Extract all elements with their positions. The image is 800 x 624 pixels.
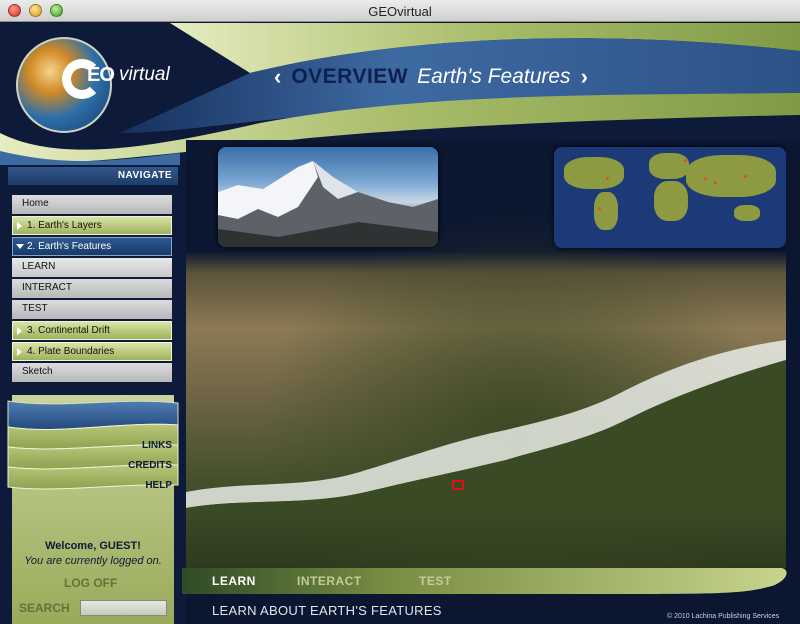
welcome-message: Welcome, GUEST! <box>45 540 141 552</box>
nav-subitem-learn[interactable]: LEARN <box>12 258 172 277</box>
section-label: OVERVIEW <box>291 65 409 88</box>
logo-virtual: virtual <box>119 64 170 85</box>
page-subtitle: Earth's Features <box>417 65 571 88</box>
lesson-tab-bar: LEARN INTERACT TEST <box>182 568 790 594</box>
himalaya-snow-ridge <box>186 340 786 520</box>
nav-item-earths-layers[interactable]: 1. Earth's Layers <box>12 216 172 235</box>
copyright-notice: © 2010 Lachina Publishing Services <box>667 613 780 620</box>
nav-item-label: 1. Earth's Layers <box>27 220 102 231</box>
nav-item-label: 3. Continental Drift <box>27 325 110 336</box>
collapse-arrow-icon <box>16 244 24 249</box>
world-map-inset[interactable] <box>554 147 786 248</box>
logo-eo: EO <box>87 64 115 86</box>
nav-item-home[interactable]: Home <box>12 195 172 214</box>
nav-subitem-test[interactable]: TEST <box>12 300 172 319</box>
expand-arrow-icon <box>17 222 22 230</box>
expand-arrow-icon <box>17 348 22 356</box>
next-section-chevron-icon[interactable]: › <box>581 64 588 90</box>
tab-bar-swoosh <box>182 568 787 594</box>
title-bar: GEOvirtual <box>0 0 800 22</box>
login-status: You are currently logged on. <box>24 555 162 567</box>
nav-item-label: LEARN <box>22 261 56 272</box>
credits-button[interactable]: CREDITS <box>128 460 172 471</box>
expand-arrow-icon <box>17 327 22 335</box>
nav-item-label: Sketch <box>22 366 53 377</box>
nav-item-label: INTERACT <box>22 282 72 293</box>
tab-test[interactable]: TEST <box>419 574 452 588</box>
nav-subitem-interact[interactable]: INTERACT <box>12 279 172 298</box>
nav-item-plate-boundaries[interactable]: 4. Plate Boundaries <box>12 342 172 361</box>
nav-item-label: 2. Earth's Features <box>27 241 112 252</box>
left-navigation: NAVIGATE Home 1. Earth's Layers 2. Earth… <box>0 165 186 624</box>
location-marker[interactable] <box>452 480 464 490</box>
navigate-heading: NAVIGATE <box>8 167 178 185</box>
page-caption: LEARN ABOUT EARTH'S FEATURES <box>212 603 442 618</box>
app-window: GEOvirtual EO virtual ‹ OVERVIEW Earth's… <box>0 0 800 624</box>
search-label: SEARCH <box>19 601 70 615</box>
previous-section-chevron-icon[interactable]: ‹ <box>274 64 281 90</box>
log-off-button[interactable]: LOG OFF <box>64 576 117 590</box>
tab-learn[interactable]: LEARN <box>212 574 256 588</box>
right-edge <box>786 140 800 568</box>
links-button[interactable]: LINKS <box>142 440 172 451</box>
nav-item-sketch[interactable]: Sketch <box>12 363 172 382</box>
help-button[interactable]: HELP <box>145 480 172 491</box>
window-title: GEOvirtual <box>368 4 432 19</box>
satellite-view <box>186 140 786 568</box>
nav-item-label: Home <box>22 198 49 209</box>
nav-item-label: 4. Plate Boundaries <box>27 346 115 357</box>
section-title: ‹ OVERVIEW Earth's Features › <box>274 63 588 91</box>
mount-everest-photo[interactable] <box>218 147 438 247</box>
nav-item-earths-features[interactable]: 2. Earth's Features <box>12 237 172 256</box>
nav-item-label: TEST <box>22 303 48 314</box>
tab-interact[interactable]: INTERACT <box>297 574 362 588</box>
search-input[interactable] <box>80 600 167 616</box>
nav-item-continental-drift[interactable]: 3. Continental Drift <box>12 321 172 340</box>
mountain-peak-icon <box>218 161 438 247</box>
